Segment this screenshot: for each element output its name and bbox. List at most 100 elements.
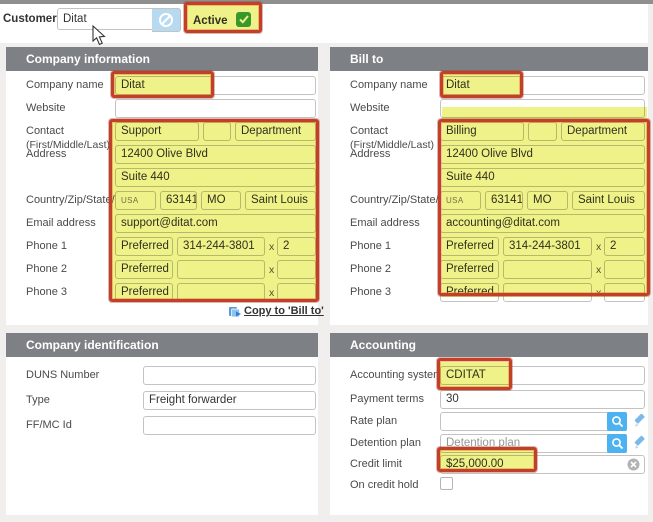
phone1-number-input[interactable]: 314-244-3801 xyxy=(177,237,265,256)
address-label: Address xyxy=(26,148,66,160)
accounting-header: Accounting xyxy=(330,333,648,357)
billto-zip-input[interactable]: 63141 xyxy=(485,191,523,210)
accounting-system-id-label: Accounting system Id xyxy=(350,369,455,381)
country-select[interactable]: USA xyxy=(115,191,156,210)
on-credit-hold-label: On credit hold xyxy=(350,479,418,491)
rate-plan-search-button[interactable] xyxy=(607,412,627,431)
contact-middle-input[interactable] xyxy=(203,122,231,141)
billto-phone3-type-select[interactable]: Preferred xyxy=(440,283,499,302)
phone2-ext-separator: x xyxy=(269,264,274,276)
billto-contact-first-input[interactable]: Billing xyxy=(440,122,524,141)
copy-to-bill-to-link[interactable]: Copy to 'Bill to' xyxy=(244,305,324,317)
billto-phone1-number-input[interactable]: 314-244-3801 xyxy=(503,237,592,256)
check-icon xyxy=(239,15,249,24)
email-label: Email address xyxy=(26,217,96,229)
active-label: Active xyxy=(193,15,228,27)
payment-terms-select[interactable]: 30 xyxy=(440,390,645,409)
rate-plan-input[interactable] xyxy=(440,412,627,431)
phone2-ext-input[interactable] xyxy=(277,260,316,279)
search-icon xyxy=(611,415,624,428)
contact-last-input[interactable]: Department xyxy=(235,122,316,141)
company-information-panel: Company information Company name Ditat W… xyxy=(6,47,318,325)
website-label: Website xyxy=(26,102,66,114)
phone3-ext-input[interactable] xyxy=(277,283,316,302)
phone3-ext-separator: x xyxy=(596,287,601,299)
phone1-label: Phone 1 xyxy=(350,240,391,252)
billto-phone1-ext-input[interactable]: 2 xyxy=(604,237,645,256)
company-name-label: Company name xyxy=(350,79,428,91)
website-input[interactable] xyxy=(115,99,316,118)
phone3-label: Phone 3 xyxy=(26,286,67,298)
billto-phone2-type-select[interactable]: Preferred xyxy=(440,260,499,279)
ffmc-input[interactable] xyxy=(143,416,316,435)
address-label: Address xyxy=(350,148,390,160)
clear-icon[interactable] xyxy=(627,458,640,471)
phone2-type-select[interactable]: Preferred xyxy=(115,260,173,279)
customer-edit-page: Customer Id Ditat Active Company informa… xyxy=(0,0,653,522)
billto-state-select[interactable]: MO xyxy=(527,191,568,210)
rate-plan-label: Rate plan xyxy=(350,415,397,427)
city-input[interactable]: Saint Louis xyxy=(245,191,316,210)
detention-plan-input[interactable]: Detention plan xyxy=(440,434,627,453)
phone2-label: Phone 2 xyxy=(26,263,67,275)
customer-id-action-button[interactable] xyxy=(152,8,181,32)
company-name-label: Company name xyxy=(26,79,104,91)
phone1-label: Phone 1 xyxy=(26,240,67,252)
detention-plan-label: Detention plan xyxy=(350,437,421,449)
type-label: Type xyxy=(26,394,50,406)
active-checkbox[interactable] xyxy=(236,12,251,27)
duns-input[interactable] xyxy=(143,366,316,385)
duns-label: DUNS Number xyxy=(26,369,99,381)
billto-country-select[interactable]: USA xyxy=(440,191,481,210)
circle-slash-icon xyxy=(158,12,174,28)
phone2-label: Phone 2 xyxy=(350,263,391,275)
detention-plan-search-button[interactable] xyxy=(607,434,627,453)
phone3-type-select[interactable]: Preferred xyxy=(115,283,173,302)
phone1-ext-input[interactable]: 2 xyxy=(277,237,316,256)
accounting-system-id-input[interactable]: CDITAT xyxy=(440,366,645,385)
billto-phone2-number-input[interactable] xyxy=(503,260,592,279)
address-line1-input[interactable]: 12400 Olive Blvd xyxy=(115,145,316,164)
company-identification-panel: Company identification DUNS Number Type … xyxy=(6,333,318,515)
accounting-panel: Accounting Accounting system Id CDITAT P… xyxy=(330,333,648,515)
company-identification-header: Company identification xyxy=(6,333,318,357)
edit-pencil-icon[interactable] xyxy=(632,413,648,429)
billto-address-line1-input[interactable]: 12400 Olive Blvd xyxy=(440,145,645,164)
billto-phone3-number-input[interactable] xyxy=(503,283,592,302)
contact-first-input[interactable]: Support xyxy=(115,122,199,141)
billto-contact-middle-input[interactable] xyxy=(528,122,557,141)
type-select[interactable]: Freight forwarder xyxy=(143,391,316,410)
zip-input[interactable]: 63141 xyxy=(160,191,197,210)
phone1-type-select[interactable]: Preferred xyxy=(115,237,173,256)
billto-company-name-input[interactable]: Ditat xyxy=(440,76,645,95)
phone1-ext-separator: x xyxy=(596,241,601,253)
company-name-input[interactable]: Ditat xyxy=(115,76,316,95)
billto-website-input[interactable] xyxy=(440,99,645,118)
company-information-header: Company information xyxy=(6,47,318,71)
phone3-ext-separator: x xyxy=(269,287,274,299)
billto-phone2-ext-input[interactable] xyxy=(604,260,645,279)
phone2-ext-separator: x xyxy=(596,264,601,276)
billto-email-input[interactable]: accounting@ditat.com xyxy=(440,214,645,233)
phone3-label: Phone 3 xyxy=(350,286,391,298)
billto-contact-last-input[interactable]: Department xyxy=(561,122,645,141)
bill-to-header: Bill to xyxy=(330,47,648,71)
phone3-number-input[interactable] xyxy=(177,283,265,302)
phone2-number-input[interactable] xyxy=(177,260,265,279)
mouse-cursor xyxy=(92,25,106,46)
billto-phone1-type-select[interactable]: Preferred xyxy=(440,237,499,256)
credit-limit-input[interactable]: $25,000.00 xyxy=(440,455,645,474)
bill-to-panel: Bill to Company name Ditat Website Conta… xyxy=(330,47,648,325)
edit-pencil-icon[interactable] xyxy=(632,435,648,451)
address-line2-input[interactable]: Suite 440 xyxy=(115,168,316,187)
billto-address-line2-input[interactable]: Suite 440 xyxy=(440,168,645,187)
credit-limit-label: Credit limit xyxy=(350,458,402,470)
state-select[interactable]: MO xyxy=(201,191,241,210)
billto-phone3-ext-input[interactable] xyxy=(604,283,645,302)
contact-label: Contact xyxy=(26,125,64,137)
on-credit-hold-checkbox[interactable] xyxy=(440,477,453,490)
email-input[interactable]: support@ditat.com xyxy=(115,214,316,233)
payment-terms-label: Payment terms xyxy=(350,393,424,405)
billto-city-input[interactable]: Saint Louis xyxy=(572,191,645,210)
ffmc-label: FF/MC Id xyxy=(26,419,72,431)
